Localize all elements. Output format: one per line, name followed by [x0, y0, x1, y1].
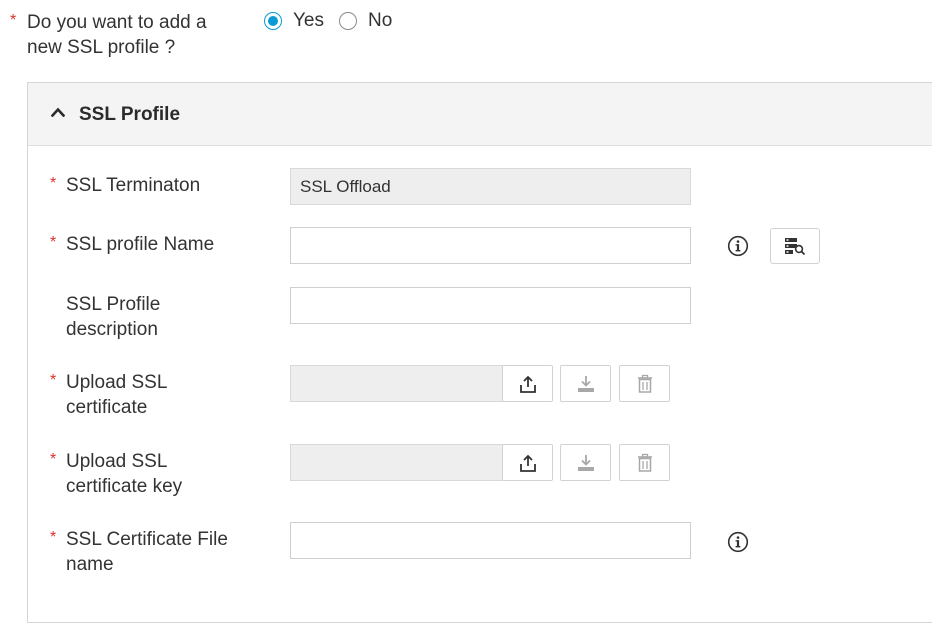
download-certificate-button[interactable]: [560, 365, 611, 402]
upload-ssl-certificate-key-label: Upload SSL certificate key: [66, 449, 182, 499]
ssl-profile-description-input[interactable]: [290, 287, 691, 324]
chevron-up-icon[interactable]: [51, 107, 65, 117]
ssl-profile-name-label: SSL profile Name: [66, 234, 215, 255]
ssl-termination-label: SSL Terminaton: [66, 175, 201, 196]
lookup-profile-button[interactable]: [770, 228, 820, 264]
required-marker: *: [50, 234, 57, 251]
ssl-profile-name-input[interactable]: [290, 227, 691, 264]
ssl-certificate-file-field[interactable]: [290, 365, 503, 402]
upload-certificate-button[interactable]: [502, 365, 553, 402]
server-search-icon: [785, 238, 806, 256]
trash-icon: [637, 453, 652, 472]
ssl-certificate-file-name-input[interactable]: [290, 522, 691, 559]
label-line: name: [66, 554, 114, 575]
panel-title: SSL Profile: [79, 104, 181, 125]
label-line: certificate: [66, 397, 148, 418]
required-marker: *: [10, 12, 17, 29]
info-circle-icon[interactable]: [727, 235, 749, 257]
delete-certificate-key-button[interactable]: [619, 444, 670, 481]
label-line: Upload SSL: [66, 451, 168, 472]
ssl-termination-field[interactable]: [290, 168, 691, 205]
no-radio-label[interactable]: No: [368, 10, 392, 32]
delete-certificate-button[interactable]: [619, 365, 670, 402]
required-marker: *: [50, 175, 57, 192]
ssl-certificate-file-name-label: SSL Certificate File name: [66, 527, 228, 577]
download-certificate-key-button[interactable]: [560, 444, 611, 481]
label-line: SSL Certificate File: [66, 529, 228, 550]
question-line-2: new SSL profile ?: [27, 37, 176, 58]
add-profile-radio-group: Yes No: [264, 10, 407, 32]
download-icon: [577, 375, 594, 392]
trash-icon: [637, 374, 652, 393]
required-marker: *: [50, 451, 57, 468]
info-circle-icon[interactable]: [727, 531, 749, 553]
yes-radio[interactable]: [264, 12, 282, 30]
question-line-1: Do you want to add a: [27, 12, 207, 33]
upload-icon: [519, 375, 536, 393]
label-line: description: [66, 319, 158, 340]
upload-ssl-certificate-label: Upload SSL certificate: [66, 370, 167, 420]
required-marker: *: [50, 529, 57, 546]
yes-radio-label[interactable]: Yes: [293, 10, 324, 32]
add-profile-question: Do you want to add a new SSL profile ?: [27, 10, 207, 60]
label-line: SSL Profile: [66, 294, 161, 315]
label-line: Upload SSL: [66, 372, 168, 393]
ssl-profile-panel-header[interactable]: SSL Profile: [28, 83, 932, 146]
download-icon: [577, 454, 594, 471]
ssl-profile-description-label: SSL Profile description: [66, 292, 160, 342]
ssl-certificate-key-file-field[interactable]: [290, 444, 503, 481]
required-marker: *: [50, 372, 57, 389]
label-line: certificate key: [66, 476, 183, 497]
upload-certificate-key-button[interactable]: [502, 444, 553, 481]
upload-icon: [519, 454, 536, 472]
no-radio[interactable]: [339, 12, 357, 30]
